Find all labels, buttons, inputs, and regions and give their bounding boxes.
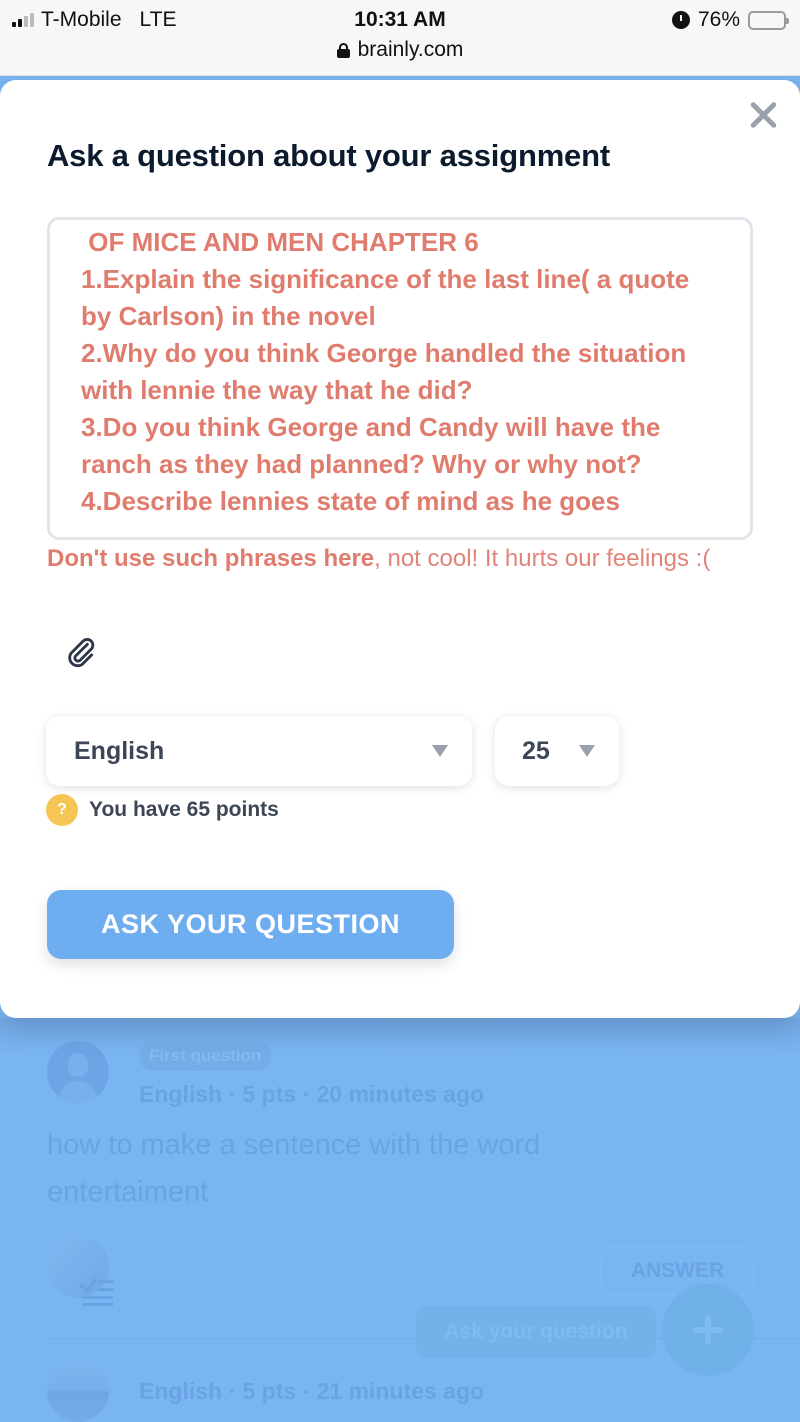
subject-select[interactable]: English [46, 716, 472, 786]
subject-select-value: English [74, 736, 165, 765]
lock-icon [336, 42, 350, 58]
checklist-icon [80, 1278, 113, 1306]
question-input[interactable]: OF MICE AND MEN CHAPTER 6 1.Explain the … [47, 217, 753, 540]
close-icon[interactable] [746, 98, 780, 132]
question-feed: First question English · 5 pts · 20 minu… [0, 1018, 800, 1422]
add-question-fab[interactable] [662, 1284, 754, 1376]
warning-rest: , not cool! It hurts our feelings :( [374, 545, 711, 572]
chevron-down-icon [579, 745, 595, 757]
help-icon[interactable]: ? [46, 794, 78, 826]
question-meta: English · 5 pts · 21 minutes ago [139, 1378, 485, 1404]
question-content[interactable]: how to make a sentence with the word ent… [47, 1122, 667, 1216]
points-select-value: 25 [522, 736, 550, 765]
points-info-text: You have 65 points [89, 798, 279, 821]
paperclip-icon[interactable] [64, 635, 98, 669]
status-right: 76% [671, 8, 789, 32]
points-select[interactable]: 25 [495, 716, 619, 786]
modal-title: Ask a question about your assignment [47, 138, 610, 173]
ask-your-question-button[interactable]: Ask your question [416, 1306, 656, 1358]
status-bar: T-Mobile LTE 10:31 AM 76% brainly.com [0, 0, 800, 76]
modal-shadow [0, 1018, 800, 1058]
first-question-badge: First question [139, 1041, 272, 1071]
points-info: ? You have 65 points [46, 794, 279, 826]
question-text: OF MICE AND MEN CHAPTER 6 1.Explain the … [81, 227, 690, 516]
avatar[interactable] [47, 1041, 109, 1103]
avatar[interactable] [47, 1360, 109, 1422]
question-meta: English · 5 pts · 20 minutes ago [139, 1081, 485, 1107]
chevron-down-icon [432, 745, 448, 757]
battery-percent: 76% [697, 8, 740, 31]
ask-question-button[interactable]: ASK YOUR QUESTION [47, 890, 454, 959]
alarm-icon [671, 11, 690, 29]
warning-bold: Don't use such phrases here [47, 545, 375, 572]
url-bar[interactable]: brainly.com [0, 38, 800, 62]
ask-question-modal: Ask a question about your assignment OF … [0, 80, 800, 1018]
answer-button[interactable]: ANSWER [600, 1246, 755, 1296]
battery-icon [748, 10, 789, 30]
url-text: brainly.com [357, 38, 464, 61]
warning-message: Don't use such phrases here, not cool! I… [47, 542, 757, 576]
